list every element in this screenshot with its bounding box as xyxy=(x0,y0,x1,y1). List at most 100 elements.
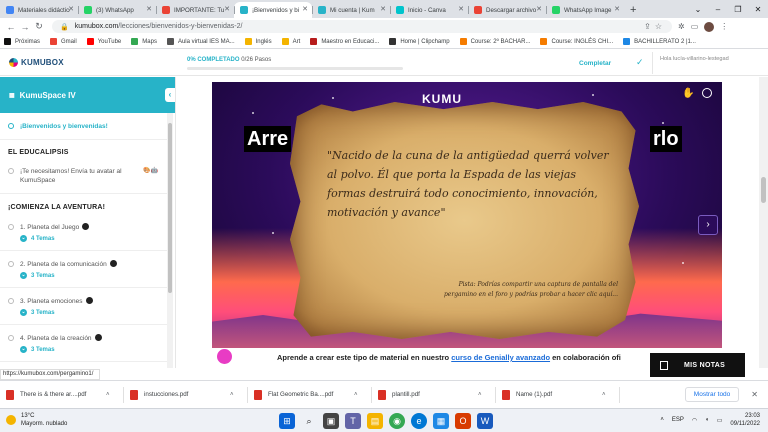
lesson-topics-toggle[interactable]: ⌄ 3 Temas xyxy=(20,346,55,353)
profile-avatar[interactable] xyxy=(704,21,715,32)
search-icon[interactable]: ⌕ xyxy=(301,413,317,429)
close-tab-icon[interactable]: ✕ xyxy=(614,5,620,13)
close-tab-icon[interactable]: ✕ xyxy=(68,5,74,13)
minimize-button[interactable]: – xyxy=(708,5,728,14)
volume-icon[interactable]: ◖ xyxy=(705,417,709,423)
lock-icon[interactable]: 🔒 xyxy=(60,23,69,31)
hint-text[interactable]: Pista: Podrías compartir una captura de … xyxy=(438,280,618,300)
bookmark-item[interactable]: Art xyxy=(281,38,300,45)
genially-embed[interactable]: KUMU Arre rlo ✋ "Nacido de la cuna de la… xyxy=(212,82,722,348)
office-icon[interactable]: O xyxy=(455,413,471,429)
new-tab-button[interactable]: + xyxy=(624,2,642,18)
battery-icon[interactable]: ▭ xyxy=(717,417,723,424)
bookmark-item[interactable]: Course: INGLÉS CHI... xyxy=(540,38,613,45)
page-scrollbar[interactable] xyxy=(759,77,768,368)
chrome-icon[interactable]: ◉ xyxy=(389,413,405,429)
hand-icon[interactable]: ✋ xyxy=(682,88,694,99)
back-icon[interactable]: ← xyxy=(4,22,18,32)
edge-icon[interactable]: e xyxy=(411,413,427,429)
robot-icon xyxy=(109,260,117,267)
clock[interactable]: 23:03 09/11/2022 xyxy=(730,412,760,428)
menu-icon[interactable]: ⋮ xyxy=(720,22,728,31)
browser-tab[interactable]: Materiales didácticos✕ xyxy=(0,2,78,18)
close-tab-icon[interactable]: ✕ xyxy=(302,5,308,13)
bookmark-item[interactable]: Aula virtual IES MA... xyxy=(166,38,235,45)
side-panel-icon[interactable]: ▭ xyxy=(691,22,699,31)
chevron-up-icon[interactable]: ˄ xyxy=(106,392,110,398)
browser-tab[interactable]: WhatsApp Image ✕ xyxy=(546,2,624,18)
lesson-topics-toggle[interactable]: ⌄ 3 Temas xyxy=(20,309,55,316)
weather-widget[interactable]: 13°C Mayorm. nublado xyxy=(6,412,67,428)
close-tab-icon[interactable]: ✕ xyxy=(224,5,230,13)
close-tab-icon[interactable]: ✕ xyxy=(536,5,542,13)
lesson-topics-toggle[interactable]: ⌄ 3 Temas xyxy=(20,272,55,279)
extensions-icon[interactable]: ✲ xyxy=(678,22,685,31)
genially-course-link[interactable]: curso de Genially avanzado xyxy=(451,353,550,362)
lesson-topics-toggle[interactable]: ⌄ 4 Temas xyxy=(20,235,55,242)
chevron-up-icon[interactable]: ˄ xyxy=(602,392,606,398)
start-icon[interactable]: ⊞ xyxy=(279,413,295,429)
close-tab-icon[interactable]: ✕ xyxy=(146,5,152,13)
my-notes-button[interactable]: MIS NOTAS xyxy=(650,353,745,377)
sidebar-scrollbar[interactable] xyxy=(167,113,173,368)
tray-chevron-icon[interactable]: ˄ xyxy=(660,417,664,423)
browser-tab[interactable]: Mi cuenta | Kum ✕ xyxy=(312,2,390,18)
reload-icon[interactable]: ↻ xyxy=(32,21,46,32)
sidebar-lesson-item[interactable]: 1. Planeta del Juego xyxy=(8,223,90,232)
browser-tab[interactable]: (3) WhatsApp ✕ xyxy=(78,2,156,18)
bookmark-item[interactable]: YouTube xyxy=(86,38,121,45)
tab-search-icon[interactable]: ⌄ xyxy=(688,5,708,14)
download-item[interactable]: instucciones.pdf ˄ xyxy=(130,386,248,403)
complete-button[interactable]: Completar xyxy=(579,60,611,67)
close-tab-icon[interactable]: ✕ xyxy=(458,5,464,13)
browser-tab[interactable]: Descargar archivo ✕ xyxy=(468,2,546,18)
close-window-button[interactable]: ✕ xyxy=(748,5,768,14)
sidebar-item-welcome[interactable]: ¡Bienvenidos y bienvenidas! xyxy=(8,122,108,131)
next-slide-button[interactable]: › xyxy=(698,215,718,235)
check-icon[interactable]: ✓ xyxy=(636,57,644,68)
teams-icon[interactable]: T xyxy=(345,413,361,429)
maximize-button[interactable]: ❐ xyxy=(728,5,748,14)
sidebar-lesson-item[interactable]: 2. Planeta de la comunicación xyxy=(8,260,117,269)
kumubox-logo[interactable]: KUMUBOX xyxy=(9,58,64,67)
sidebar-lesson-item[interactable]: 3. Planeta emociones xyxy=(8,297,93,306)
download-item[interactable]: Flat Geometric Ba....pdf ˄ xyxy=(254,386,372,403)
address-bar[interactable]: 🔒 kumubox.com /lecciones/bienvenidos-y-b… xyxy=(52,20,672,33)
file-explorer-icon[interactable]: ▤ xyxy=(367,413,383,429)
chevron-up-icon[interactable]: ˄ xyxy=(478,392,482,398)
browser-tab[interactable]: ¡Bienvenidos y bi ✕ xyxy=(234,2,312,18)
chevron-up-icon[interactable]: ˄ xyxy=(354,392,358,398)
parchment-scroll[interactable]: "Nacido de la cuna de la antigüedad quer… xyxy=(290,102,639,339)
sidebar-lesson-item[interactable]: 4. Planeta de la creación xyxy=(8,334,102,343)
download-item[interactable]: plantill.pdf ˄ xyxy=(378,386,496,403)
fullscreen-icon[interactable] xyxy=(702,88,712,98)
bookmark-item[interactable]: Maps xyxy=(131,38,157,45)
chevron-up-icon[interactable]: ˄ xyxy=(230,392,234,398)
show-all-downloads-button[interactable]: Mostrar todo xyxy=(684,387,740,402)
bookmark-item[interactable]: Home | Clipchamp xyxy=(389,38,450,45)
share-bookmark-icons[interactable]: ⇪☆ xyxy=(644,22,666,31)
word-icon[interactable]: W xyxy=(477,413,493,429)
user-greeting[interactable]: Hola lucía-villarino-lestegad xyxy=(660,55,740,63)
scrollbar-thumb[interactable] xyxy=(761,177,766,203)
bookmark-item[interactable]: Inglés xyxy=(244,38,272,45)
browser-tab[interactable]: Inicio - Canva ✕ xyxy=(390,2,468,18)
store-icon[interactable]: ▦ xyxy=(433,413,449,429)
language-indicator[interactable]: ESP xyxy=(672,417,684,423)
bookmark-item[interactable]: BACHILLERATO 2 |1... xyxy=(623,38,696,45)
bookmark-item[interactable]: Course: 2º BACHAR... xyxy=(459,38,530,45)
collapse-sidebar-button[interactable]: ‹ xyxy=(165,88,175,102)
browser-tab[interactable]: IMPORTANTE: Tu ✕ xyxy=(156,2,234,18)
scrollbar-thumb[interactable] xyxy=(168,123,172,293)
download-item[interactable]: There is & there ar....pdf ˄ xyxy=(6,386,124,403)
bookmark-item[interactable]: Gmail xyxy=(50,38,77,45)
bookmark-item[interactable]: Maestro en Educaci... xyxy=(310,38,379,45)
wifi-icon[interactable]: ◠ xyxy=(692,417,697,424)
sidebar-item-avatar[interactable]: ¡Te necesitamos! Envía tu avatar al Kumu… xyxy=(8,167,136,185)
forward-icon[interactable]: → xyxy=(18,22,32,32)
download-item[interactable]: Name (1).pdf ˄ xyxy=(502,386,620,403)
close-tab-icon[interactable]: ✕ xyxy=(380,5,386,13)
bookmark-item[interactable]: Próximas xyxy=(4,38,40,45)
task-view-icon[interactable]: ▣ xyxy=(323,413,339,429)
close-downloads-icon[interactable]: ✕ xyxy=(751,390,758,399)
